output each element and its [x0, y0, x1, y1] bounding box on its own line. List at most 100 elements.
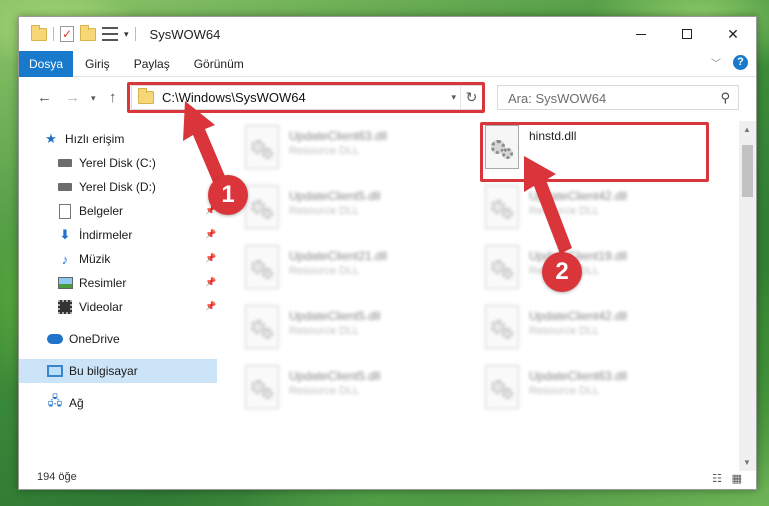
search-placeholder[interactable]: Ara: SysWOW64 [508, 91, 606, 106]
sidebar-item-label: Bu bilgisayar [69, 364, 138, 378]
star-icon: ★ [45, 131, 57, 146]
arrow-to-file-icon [524, 156, 572, 254]
minimize-icon [636, 33, 646, 35]
tab-file[interactable]: Dosya [19, 50, 74, 77]
sidebar-item-label: Yerel Disk (C:) [79, 156, 156, 170]
sidebar-item-label: Ağ [69, 396, 84, 410]
toolbar-divider [134, 27, 136, 41]
status-bar: 194 öğe ☷ ▦ [19, 467, 756, 489]
file-name: UpdateClient63.dll [529, 369, 628, 383]
list-item[interactable]: UpdateClient5.dll Resource DLL [245, 305, 475, 357]
tab-home[interactable]: Giriş [73, 51, 122, 77]
scroll-down-arrow-icon[interactable]: ▼ [743, 458, 751, 467]
list-item[interactable]: UpdateClient5.dll Resource DLL [245, 185, 475, 237]
file-type: Resource DLL [289, 385, 360, 397]
expand-ribbon-chevron-icon[interactable]: ﹀ [711, 55, 721, 70]
dll-file-icon [245, 245, 279, 289]
file-name: UpdateClient21.dll [289, 249, 388, 263]
title-bar: ✓ ▾ SysWOW64 ✕ [19, 17, 756, 51]
file-name: UpdateClient63.dll [289, 129, 388, 143]
file-type: Resource DLL [529, 385, 600, 397]
dll-file-icon [485, 365, 519, 409]
list-item[interactable]: UpdateClient21.dll Resource DLL [245, 245, 475, 297]
step-1-badge: 1 [208, 175, 248, 215]
dll-file-icon [245, 305, 279, 349]
list-item[interactable]: UpdateClient5.dll Resource DLL [245, 365, 475, 417]
close-button[interactable]: ✕ [710, 17, 756, 51]
sidebar-item-label: Hızlı erişim [65, 132, 125, 146]
window-title: SysWOW64 [149, 26, 221, 42]
search-box[interactable]: Ara: SysWOW64 ⚲ [497, 85, 739, 110]
back-arrow-icon[interactable]: ← [37, 89, 52, 106]
recent-locations-chevron-icon[interactable]: ▾ [91, 93, 96, 104]
ribbon-right-controls: ﹀ ? [711, 55, 748, 70]
download-icon: ⬇ [59, 227, 71, 242]
dll-file-icon [485, 305, 519, 349]
properties-check-icon[interactable]: ✓ [60, 26, 74, 42]
help-icon[interactable]: ? [733, 55, 748, 70]
file-type: Resource DLL [289, 145, 360, 157]
up-arrow-icon[interactable]: ↑ [109, 89, 117, 106]
pictures-icon [57, 275, 73, 291]
tab-view[interactable]: Görünüm [182, 51, 256, 77]
documents-icon [57, 203, 73, 219]
drive-icon [57, 155, 73, 171]
maximize-icon [682, 29, 692, 39]
sidebar-item-pictures[interactable]: Resimler [57, 271, 217, 295]
sidebar-item-label: Resimler [79, 276, 127, 290]
pin-icon[interactable]: 📌 [205, 253, 216, 264]
pin-icon[interactable]: 📌 [205, 277, 216, 288]
file-name: UpdateClient5.dll [289, 309, 381, 323]
large-icons-view-icon[interactable]: ▦ [732, 472, 742, 485]
sidebar-item-label: Yerel Disk (D:) [79, 180, 156, 194]
drive-icon [57, 179, 73, 195]
vertical-scrollbar[interactable]: ▲ ▼ [739, 121, 756, 471]
sidebar-item-label: Belgeler [79, 204, 124, 218]
close-icon: ✕ [727, 25, 739, 42]
file-name: UpdateClient5.dll [289, 369, 381, 383]
pin-icon[interactable]: 📌 [205, 229, 216, 240]
dll-file-icon [245, 125, 279, 169]
step-2-badge: 2 [542, 252, 582, 292]
tab-share[interactable]: Paylaş [122, 51, 182, 77]
music-icon: ♪ [61, 251, 69, 267]
file-type: Resource DLL [289, 265, 360, 277]
sidebar-item-label: Müzik [79, 252, 111, 266]
item-count: 194 öğe [37, 471, 77, 483]
quick-access-toolbar: ✓ ▾ [19, 17, 136, 51]
network-icon: 🖧 [47, 393, 63, 408]
list-item[interactable]: UpdateClient63.dll Resource DLL [245, 125, 475, 177]
list-item[interactable]: UpdateClient63.dll Resource DLL [485, 365, 715, 417]
sidebar-item-label: İndirmeler [79, 228, 133, 242]
minimize-button[interactable] [618, 17, 664, 51]
sidebar-item-music[interactable]: ♪ Müzik [57, 247, 217, 271]
sidebar-item-onedrive[interactable]: OneDrive [47, 327, 217, 351]
details-view-icon[interactable]: ☷ [712, 472, 722, 485]
forward-arrow-icon[interactable]: → [65, 89, 80, 106]
file-type: Resource DLL [529, 325, 600, 337]
customize-toolbar-chevron-icon[interactable]: ▾ [124, 29, 129, 40]
maximize-button[interactable] [664, 17, 710, 51]
folder-icon [31, 24, 47, 41]
file-type: Resource DLL [289, 205, 360, 217]
sidebar-item-this-pc[interactable]: Bu bilgisayar [19, 359, 217, 383]
pin-icon[interactable]: 📌 [205, 301, 216, 312]
new-folder-icon[interactable] [80, 24, 96, 41]
scrollbar-thumb[interactable] [742, 145, 753, 197]
videos-icon [57, 299, 73, 315]
sidebar-item-downloads[interactable]: ⬇ İndirmeler [57, 223, 217, 247]
dll-file-icon [245, 365, 279, 409]
sidebar-item-videos[interactable]: Videolar [57, 295, 217, 319]
scroll-up-arrow-icon[interactable]: ▲ [743, 125, 751, 134]
search-icon[interactable]: ⚲ [720, 90, 730, 106]
cloud-icon [47, 331, 63, 347]
ribbon-tabs: Dosya Giriş Paylaş Görünüm ﹀ ? [19, 50, 756, 77]
window-controls: ✕ [618, 17, 756, 51]
toolbar-divider [53, 27, 54, 41]
computer-icon [47, 363, 63, 379]
properties-icon[interactable] [102, 27, 118, 41]
list-item[interactable]: UpdateClient42.dll Resource DLL [485, 305, 715, 357]
dll-file-icon [245, 185, 279, 229]
sidebar-item-network[interactable]: 🖧 Ağ [47, 391, 217, 415]
file-type: Resource DLL [289, 325, 360, 337]
